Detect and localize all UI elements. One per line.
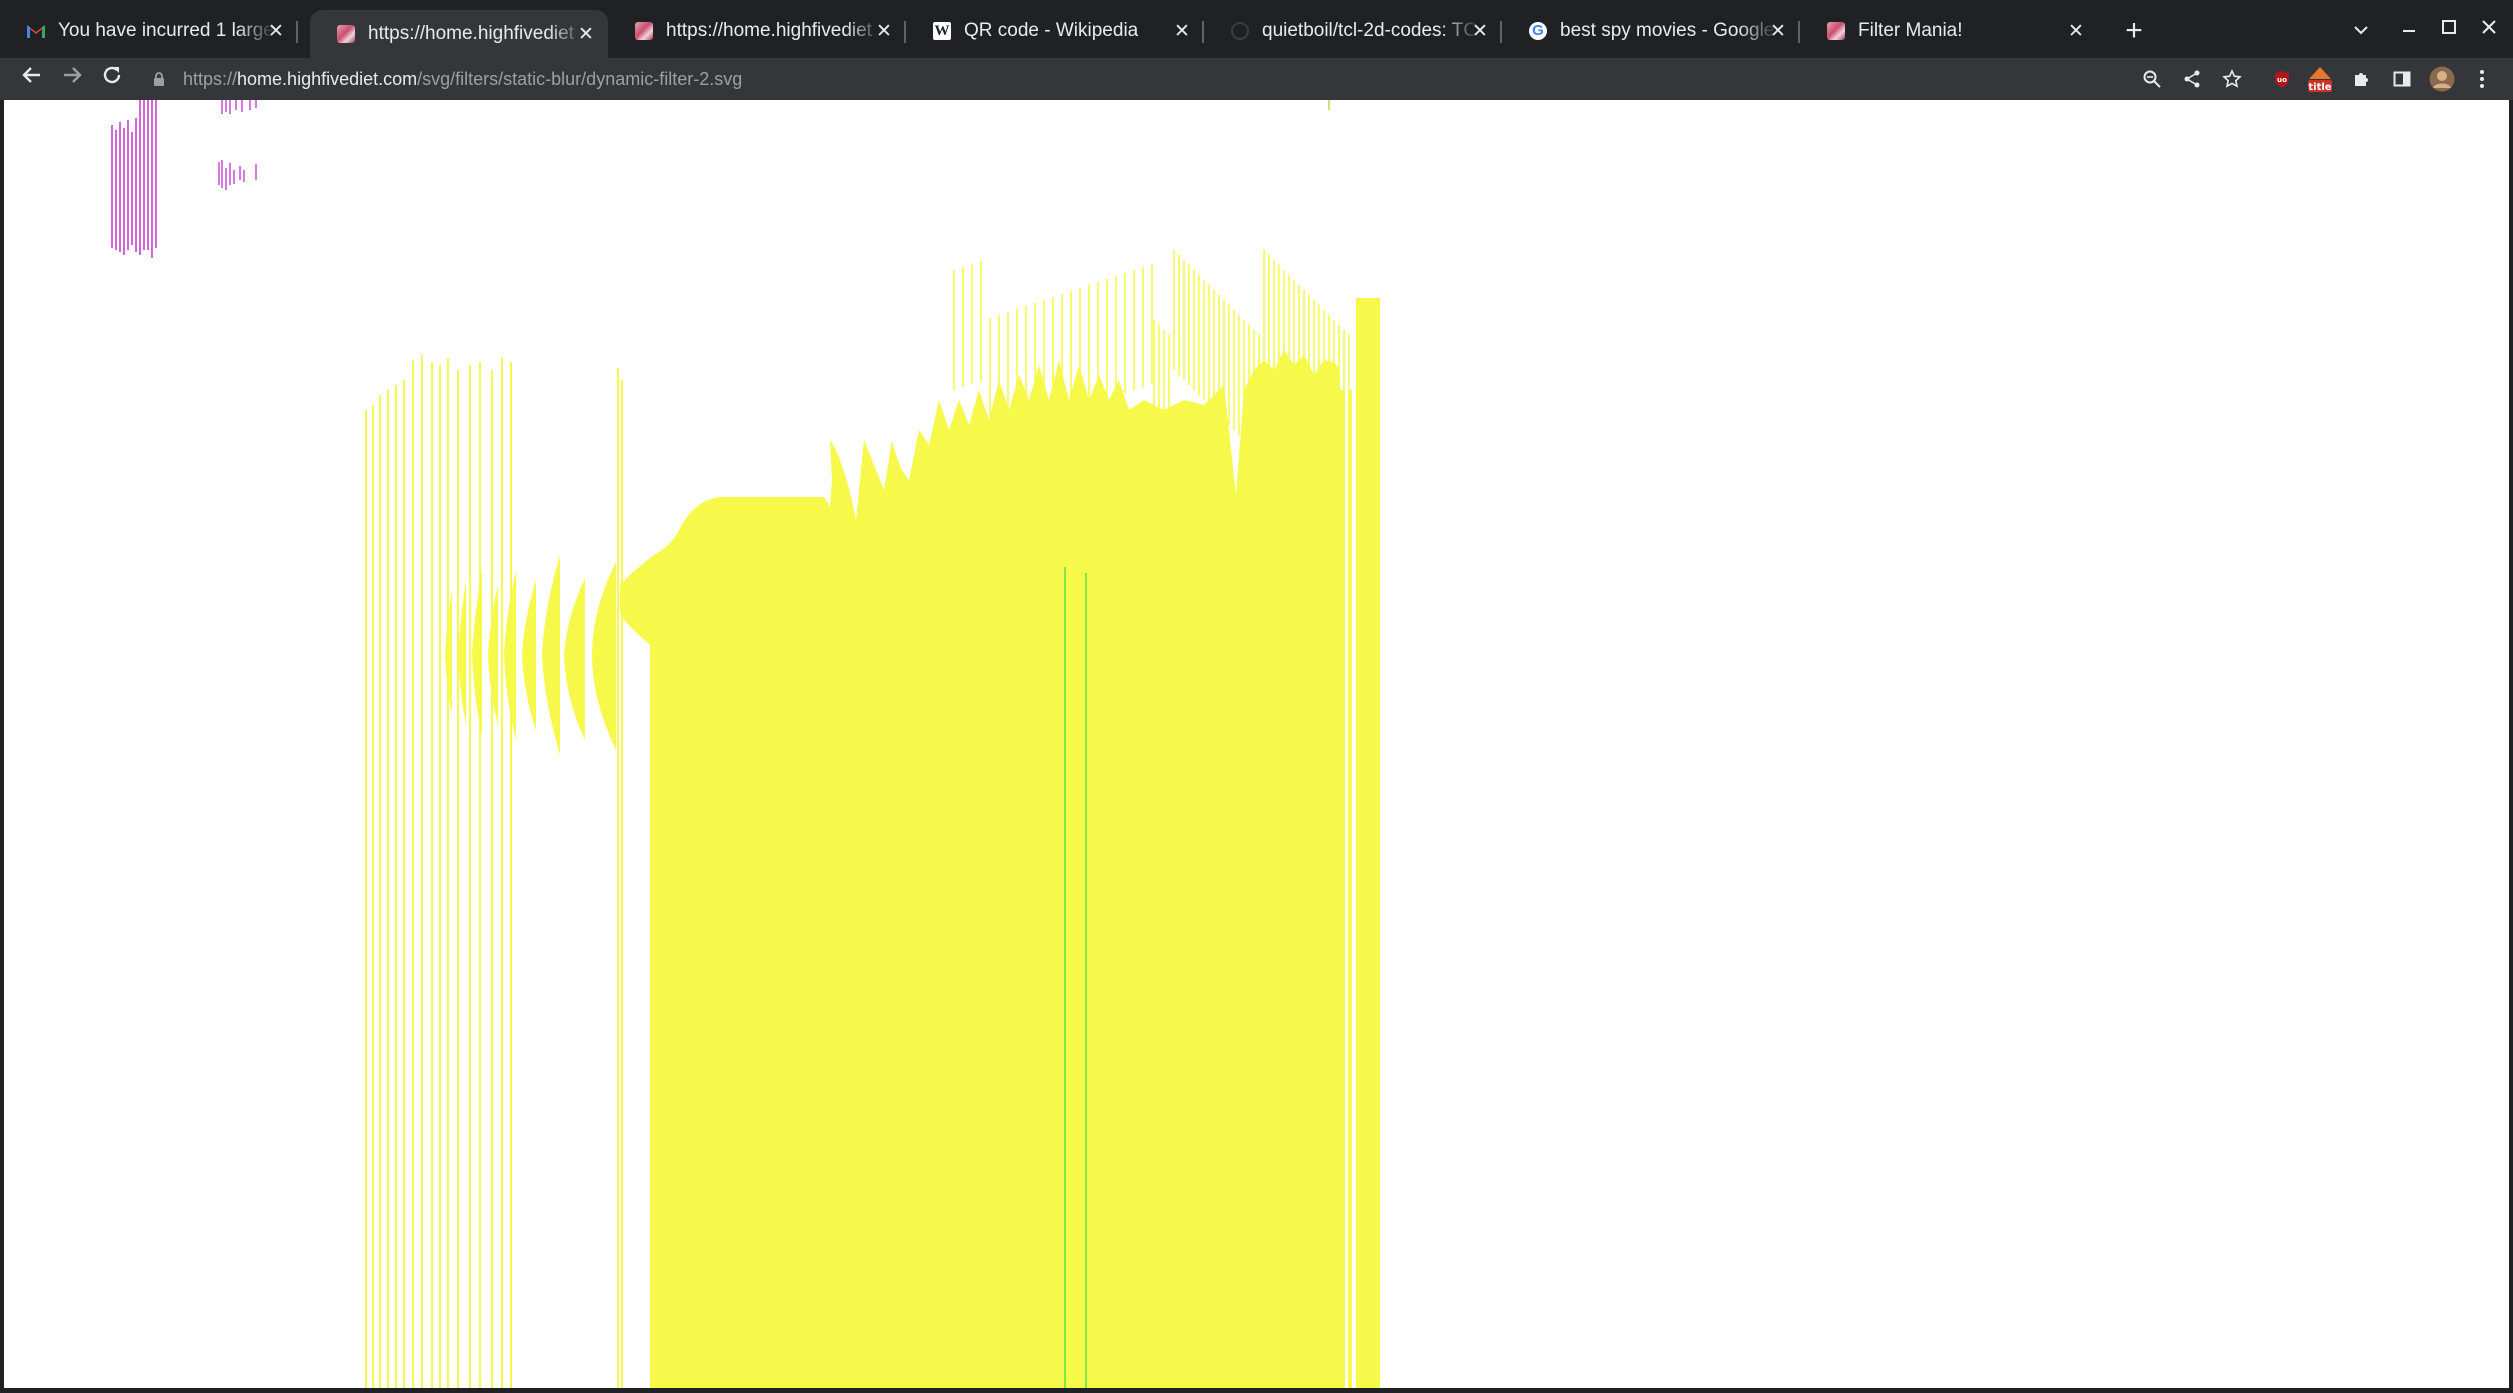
tab-search-icon[interactable] (2346, 14, 2376, 44)
close-window-icon[interactable] (2474, 14, 2504, 44)
close-icon[interactable]: ✕ (1470, 21, 1490, 42)
maximize-icon[interactable] (2434, 14, 2464, 44)
site-icon (634, 21, 654, 41)
back-icon[interactable] (16, 63, 48, 95)
share-icon[interactable] (2176, 63, 2208, 95)
url-host: home.highfivediet.com (237, 68, 418, 89)
tab-title: https://home.highfivediet (368, 23, 574, 44)
zoom-icon[interactable] (2136, 63, 2168, 95)
extension-badge-text: title (2308, 82, 2331, 93)
title-extension-icon[interactable]: title (2304, 63, 2336, 95)
gmail-icon (26, 21, 46, 41)
tab-separator (296, 21, 298, 43)
site-icon (1826, 21, 1846, 41)
url-scheme: https:// (183, 68, 238, 89)
tab-google[interactable]: G best spy movies - Google ✕ (1502, 10, 1800, 52)
google-icon: G (1528, 21, 1548, 41)
site-icon (336, 24, 356, 44)
github-icon (1230, 21, 1250, 41)
tab-title: https://home.highfivediet (666, 20, 872, 41)
top-speck (1328, 100, 1330, 110)
url-path: /svg/filters/static-blur/dynamic-filter-… (417, 68, 743, 89)
magenta-lines (111, 100, 257, 258)
tab-title: QR code - Wikipedia (964, 20, 1139, 41)
extensions-puzzle-icon[interactable] (2346, 63, 2378, 95)
toolbar: https://home.highfivediet.com/svg/filter… (0, 58, 2513, 100)
yellow-strip (1348, 390, 1352, 1388)
menu-kebab-icon[interactable] (2466, 63, 2498, 95)
tab-title: You have incurred 1 large (58, 20, 274, 41)
tab-active-site[interactable]: https://home.highfivediet ✕ (310, 10, 608, 58)
wikipedia-icon: W (933, 22, 951, 40)
close-icon[interactable]: ✕ (1768, 21, 1788, 42)
close-icon[interactable]: ✕ (874, 21, 894, 42)
browser-window: You have incurred 1 large ✕ https://home… (0, 0, 2513, 1393)
bookmark-star-icon[interactable] (2216, 63, 2248, 95)
tab-title: quietboil/tcl-2d-codes: TC (1262, 20, 1478, 41)
avatar[interactable] (2426, 63, 2458, 95)
filter-artwork (111, 100, 1380, 1388)
tab-title: Filter Mania! (1858, 20, 1963, 41)
page-viewport (4, 100, 2509, 1388)
minimize-icon[interactable] (2394, 14, 2424, 44)
reload-icon[interactable] (96, 63, 128, 95)
close-icon[interactable]: ✕ (1172, 21, 1192, 42)
yellow-strip (1356, 298, 1380, 1388)
address-bar[interactable]: https://home.highfivediet.com/svg/filter… (145, 62, 2195, 96)
close-icon[interactable]: ✕ (266, 21, 286, 42)
url-text[interactable]: https://home.highfivediet.com/svg/filter… (183, 69, 742, 90)
lock-icon[interactable] (153, 71, 167, 87)
svg-text:uo: uo (2277, 76, 2287, 84)
tab-gmail[interactable]: You have incurred 1 large ✕ (0, 10, 298, 52)
new-tab-button[interactable]: + (2118, 16, 2150, 48)
side-panel-icon[interactable] (2386, 63, 2418, 95)
tab-strip: You have incurred 1 large ✕ https://home… (0, 0, 2513, 58)
ublock-icon[interactable]: uo (2266, 63, 2298, 95)
close-icon[interactable]: ✕ (2066, 21, 2086, 42)
tab-filter-mania[interactable]: Filter Mania! ✕ (1800, 10, 2098, 52)
yellow-blob (620, 350, 1340, 1388)
yellow-strip (1340, 390, 1345, 1388)
tab-site[interactable]: https://home.highfivediet ✕ (608, 10, 906, 52)
tab-wikipedia[interactable]: W QR code - Wikipedia ✕ (906, 10, 1204, 52)
tab-title: best spy movies - Google (1560, 20, 1775, 41)
tab-github[interactable]: quietboil/tcl-2d-codes: TC ✕ (1204, 10, 1502, 52)
forward-icon[interactable] (56, 63, 88, 95)
close-icon[interactable]: ✕ (576, 24, 596, 45)
